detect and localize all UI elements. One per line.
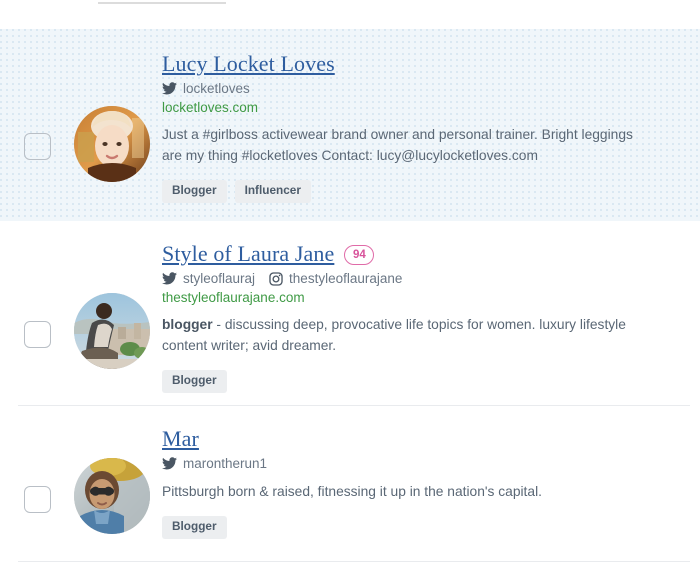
result-body: Lucy Locket Loves locketloves locketlove… (162, 51, 700, 204)
result-select-checkbox[interactable] (23, 486, 51, 513)
bio-bold: blogger (162, 317, 213, 333)
result-card[interactable]: Mar marontherun1 Pittsburgh born & raise… (0, 406, 700, 562)
avatar-column (74, 241, 162, 369)
select-column (0, 51, 74, 160)
bio-text: Just a #girlboss activewear brand owner … (162, 127, 633, 164)
influencer-results-list: Lucy Locket Loves locketloves locketlove… (0, 29, 700, 562)
influencer-name-link[interactable]: Mar (162, 426, 199, 451)
instagram-icon (269, 272, 283, 286)
instagram-handle[interactable]: thestyleoflaurajane (269, 271, 402, 286)
tag-chip[interactable]: Blogger (162, 370, 227, 394)
tag-list: Blogger (162, 516, 680, 540)
twitter-icon (162, 82, 177, 95)
avatar[interactable] (74, 293, 150, 369)
twitter-handle-text: styleoflauraj (183, 271, 256, 287)
result-select-checkbox[interactable] (23, 133, 51, 160)
social-handles: styleoflauraj thestyleoflaurajane (162, 271, 680, 286)
instagram-handle-text: thestyleoflaurajane (289, 271, 403, 287)
twitter-handle[interactable]: locketloves (162, 81, 250, 96)
top-divider (98, 2, 226, 4)
bio-text: Pittsburgh born & raised, fitnessing it … (162, 484, 542, 500)
bio-text: blogger - discussing deep, provocative l… (162, 315, 652, 357)
avatar-column (74, 51, 162, 182)
avatar-column (74, 426, 162, 534)
twitter-handle-text: marontherun1 (183, 456, 268, 472)
name-row: Lucy Locket Loves (162, 51, 680, 76)
name-row: Style of Laura Jane 94 (162, 241, 680, 266)
influencer-name-link[interactable]: Style of Laura Jane (162, 241, 334, 266)
twitter-handle-text: locketloves (183, 81, 250, 97)
result-select-checkbox[interactable] (23, 321, 51, 348)
select-column (0, 426, 74, 513)
avatar-image (74, 458, 150, 534)
name-row: Mar (162, 426, 680, 451)
website-link[interactable]: thestyleoflaurajane.com (162, 290, 680, 305)
tag-chip[interactable]: Blogger (162, 516, 227, 540)
bio-rest: - discussing deep, provocative life topi… (162, 317, 626, 354)
social-handles: locketloves (162, 81, 680, 96)
result-body: Style of Laura Jane 94 styleoflauraj the… (162, 241, 700, 394)
avatar-image (74, 106, 150, 182)
social-handles: marontherun1 (162, 456, 680, 471)
tag-list: Blogger (162, 370, 680, 394)
tag-chip[interactable]: Influencer (234, 180, 311, 204)
result-card[interactable]: Lucy Locket Loves locketloves locketlove… (0, 29, 700, 221)
tag-chip[interactable]: Blogger (162, 180, 227, 204)
twitter-handle[interactable]: marontherun1 (162, 456, 267, 471)
row-separator (18, 561, 690, 562)
avatar[interactable] (74, 106, 150, 182)
website-link[interactable]: locketloves.com (162, 100, 680, 115)
twitter-icon (162, 457, 177, 470)
twitter-icon (162, 272, 177, 285)
results-page: Lucy Locket Loves locketloves locketlove… (0, 0, 700, 574)
select-column (0, 241, 74, 348)
result-card[interactable]: Style of Laura Jane 94 styleoflauraj the… (0, 221, 700, 406)
twitter-handle[interactable]: styleoflauraj (162, 271, 255, 286)
influencer-name-link[interactable]: Lucy Locket Loves (162, 51, 335, 76)
avatar[interactable] (74, 458, 150, 534)
result-body: Mar marontherun1 Pittsburgh born & raise… (162, 426, 700, 540)
tag-list: Blogger Influencer (162, 180, 680, 204)
avatar-image (74, 293, 150, 369)
score-badge: 94 (344, 244, 375, 265)
